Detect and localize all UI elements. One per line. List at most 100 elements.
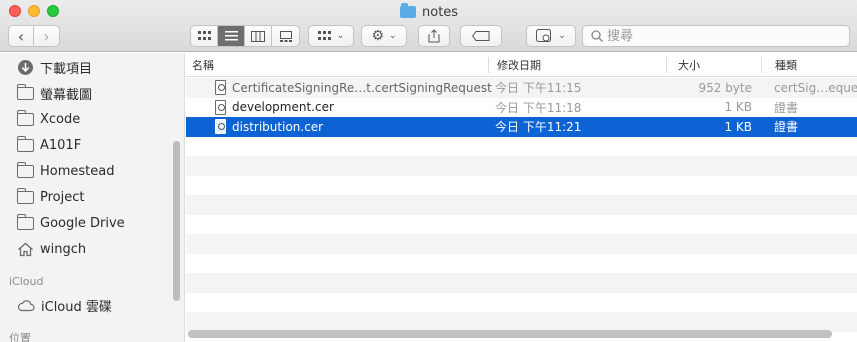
folder-icon <box>16 213 34 230</box>
file-kind: certSig…eques <box>774 80 857 95</box>
table-row-selected[interactable]: distribution.cer 今日 下午11:21 1 KB 證書 <box>186 117 857 137</box>
folder-icon <box>400 3 416 18</box>
group-by-button[interactable]: ⌄ <box>308 25 354 47</box>
empty-row <box>186 215 857 235</box>
column-divider[interactable] <box>666 57 667 73</box>
file-date: 今日 下午11:21 <box>495 120 582 135</box>
file-list: 名稱 修改日期 大小 種類 CertificateSigningRe…t.cer… <box>186 53 857 342</box>
grid-icon <box>197 31 211 40</box>
empty-row <box>186 156 857 176</box>
chevron-right-icon: › <box>43 26 50 46</box>
close-window-button[interactable] <box>9 5 21 17</box>
folder-icon <box>16 109 34 126</box>
column-header-date[interactable]: 修改日期 <box>491 53 667 77</box>
share-button[interactable] <box>418 25 450 47</box>
file-name: development.cer <box>232 100 334 115</box>
sidebar: 下載項目 螢幕截圖 Xcode A101F Homestead Project … <box>0 53 185 342</box>
view-mode-control <box>190 25 300 47</box>
toolbar: notes ‹ › ⌄ ⚙ ⌄ ⌄ 搜尋 <box>0 0 857 52</box>
icon-view-button[interactable] <box>191 26 218 46</box>
folder-icon <box>16 83 34 100</box>
gallery-icon <box>279 30 292 42</box>
column-header-kind[interactable]: 種類 <box>769 53 857 77</box>
sidebar-item-label: iCloud 雲碟 <box>41 299 112 315</box>
preview-icon <box>536 29 552 42</box>
sidebar-scrollbar[interactable] <box>173 141 180 301</box>
empty-row <box>186 234 857 254</box>
file-icon <box>215 80 226 95</box>
sidebar-item-google-drive[interactable]: Google Drive <box>16 212 125 234</box>
sidebar-item-home[interactable]: wingch <box>17 238 86 260</box>
search-icon <box>591 30 603 42</box>
folder-icon <box>16 187 34 204</box>
home-icon <box>18 242 33 256</box>
empty-row <box>186 273 857 293</box>
file-kind: 證書 <box>774 100 799 115</box>
navigation-buttons: ‹ › <box>8 25 60 47</box>
window-title: notes <box>400 3 458 21</box>
file-date: 今日 下午11:15 <box>495 81 582 96</box>
zoom-window-button[interactable] <box>47 5 59 17</box>
share-icon <box>428 29 440 43</box>
certificate-file-icon <box>215 119 226 134</box>
column-divider[interactable] <box>488 57 489 73</box>
chevron-left-icon: ‹ <box>17 26 25 46</box>
sidebar-item-a101f[interactable]: A101F <box>16 134 82 156</box>
cloud-icon <box>17 299 35 311</box>
list-icon <box>224 31 238 41</box>
file-name: CertificateSigningRe…t.certSigningReques… <box>232 80 492 95</box>
sidebar-item-xcode[interactable]: Xcode <box>16 108 81 130</box>
sidebar-item-downloads[interactable]: 下載項目 <box>17 56 92 78</box>
file-size: 1 KB <box>724 119 752 134</box>
folder-icon <box>16 135 34 152</box>
download-icon <box>18 59 33 75</box>
sidebar-section-icloud: iCloud <box>9 275 44 288</box>
sidebar-item-project[interactable]: Project <box>16 186 85 208</box>
certificate-file-icon <box>215 99 226 115</box>
forward-button[interactable]: › <box>34 26 59 46</box>
gallery-view-button[interactable] <box>272 26 299 46</box>
tags-button[interactable] <box>460 25 502 47</box>
grid-icon <box>317 31 331 40</box>
folder-icon <box>16 161 34 178</box>
list-header: 名稱 修改日期 大小 種類 <box>186 53 857 77</box>
sidebar-item-label: 下載項目 <box>40 61 93 77</box>
list-rows: CertificateSigningRe…t.certSigningReques… <box>186 78 857 332</box>
column-view-button[interactable] <box>245 26 272 46</box>
chevron-down-icon: ⌄ <box>389 31 397 41</box>
sidebar-item-label: wingch <box>40 241 87 257</box>
file-date: 今日 下午11:18 <box>495 100 582 115</box>
table-row[interactable]: development.cer 今日 下午11:18 1 KB 證書 <box>186 98 857 118</box>
horizontal-scrollbar[interactable] <box>188 330 832 338</box>
column-header-name[interactable]: 名稱 <box>186 53 488 77</box>
columns-icon <box>251 30 265 42</box>
quick-actions-button[interactable]: ⌄ <box>526 25 576 47</box>
empty-row <box>186 137 857 157</box>
sidebar-item-icloud-drive[interactable]: iCloud 雲碟 <box>17 294 112 316</box>
column-divider[interactable] <box>761 57 762 73</box>
sidebar-item-label: 螢幕截圖 <box>40 87 93 103</box>
table-row[interactable]: CertificateSigningRe…t.certSigningReques… <box>186 78 857 98</box>
search-field[interactable] <box>582 25 850 47</box>
tag-icon <box>472 31 490 41</box>
action-menu-button[interactable]: ⚙ ⌄ <box>361 25 407 47</box>
empty-row <box>186 293 857 313</box>
sidebar-item-label: A101F <box>40 137 82 153</box>
sidebar-item-homestead[interactable]: Homestead <box>16 160 114 182</box>
file-size: 1 KB <box>724 100 752 115</box>
empty-row <box>186 176 857 196</box>
sidebar-item-label: Xcode <box>40 111 81 127</box>
search-input[interactable] <box>607 28 827 44</box>
minimize-window-button[interactable] <box>28 5 40 17</box>
gear-icon: ⚙ <box>371 28 384 44</box>
back-button[interactable]: ‹ <box>9 26 35 46</box>
file-kind: 證書 <box>774 120 799 135</box>
sidebar-item-label: Project <box>40 189 85 205</box>
sidebar-item-label: Google Drive <box>40 215 125 231</box>
file-name: distribution.cer <box>232 119 324 134</box>
window-title-text: notes <box>422 4 459 20</box>
column-header-size[interactable]: 大小 <box>672 53 762 77</box>
empty-row <box>186 312 857 332</box>
list-view-button[interactable] <box>218 26 245 46</box>
sidebar-item-screenshots[interactable]: 螢幕截圖 <box>16 82 93 104</box>
